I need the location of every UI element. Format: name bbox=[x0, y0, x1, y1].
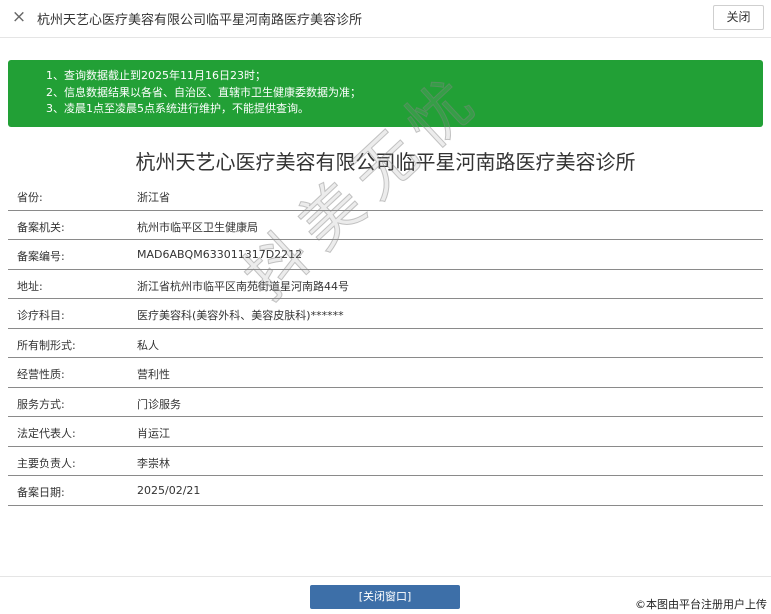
info-row-record-date: 备案日期: 2025/02/21 bbox=[8, 476, 763, 506]
row-value: 2025/02/21 bbox=[137, 484, 201, 497]
info-table: 省份: 浙江省 备案机关: 杭州市临平区卫生健康局 备案编号: MAD6ABQM… bbox=[8, 181, 763, 506]
info-row-business-nature: 经营性质: 营利性 bbox=[8, 358, 763, 388]
info-row-legal-rep: 法定代表人: 肖运江 bbox=[8, 417, 763, 447]
info-row-principal: 主要负责人: 李崇林 bbox=[8, 447, 763, 476]
row-label: 诊疗科目: bbox=[17, 309, 65, 322]
row-label: 所有制形式: bbox=[17, 338, 76, 352]
close-button[interactable]: 关闭 bbox=[713, 5, 764, 30]
row-value: 浙江省 bbox=[137, 191, 170, 204]
notice-line: 1、查询数据截止到2025年11月16日23时； bbox=[46, 69, 266, 82]
row-label: 地址: bbox=[17, 279, 43, 293]
row-label: 法定代表人: bbox=[17, 427, 76, 440]
row-label: 主要负责人: bbox=[17, 456, 76, 470]
close-window-button[interactable]: [关闭窗口] bbox=[310, 585, 460, 609]
row-value: 杭州市临平区卫生健康局 bbox=[137, 220, 258, 234]
row-value: 李崇林 bbox=[137, 456, 170, 470]
row-value: 私人 bbox=[137, 338, 159, 352]
info-row-address: 地址: 浙江省杭州市临平区南苑街道星河南路44号 bbox=[8, 270, 763, 299]
row-label: 服务方式: bbox=[17, 397, 65, 411]
row-label: 备案日期: bbox=[17, 486, 65, 499]
info-row-record-number: 备案编号: MAD6ABQM633011317D2212 bbox=[8, 240, 763, 270]
info-row-subjects: 诊疗科目: 医疗美容科(美容外科、美容皮肤科)****** bbox=[8, 299, 763, 329]
info-row-province: 省份: 浙江省 bbox=[8, 181, 763, 211]
notice-line: 2、信息数据结果以各省、自治区、直辖市卫生健康委数据为准； bbox=[46, 85, 361, 99]
row-value: 医疗美容科(美容外科、美容皮肤科)****** bbox=[137, 309, 344, 322]
row-label: 备案编号: bbox=[17, 250, 65, 263]
row-label: 省份: bbox=[17, 191, 43, 204]
notice-line: 3、凌晨1点至凌晨5点系统进行维护，不能提供查询。 bbox=[46, 102, 309, 115]
row-value: 肖运江 bbox=[137, 427, 170, 440]
upload-credit: ©本图由平台注册用户上传 bbox=[635, 598, 767, 611]
close-icon[interactable]: × bbox=[9, 6, 29, 28]
page-title: 杭州天艺心医疗美容有限公司临平星河南路医疗美容诊所 bbox=[135, 150, 636, 174]
info-row-authority: 备案机关: 杭州市临平区卫生健康局 bbox=[8, 211, 763, 240]
row-value: 营利性 bbox=[137, 368, 170, 381]
footer-divider bbox=[0, 576, 771, 577]
row-label: 经营性质: bbox=[17, 368, 65, 381]
window-title: 杭州天艺心医疗美容有限公司临平星河南路医疗美容诊所 bbox=[37, 13, 363, 28]
row-value: MAD6ABQM633011317D2212 bbox=[137, 248, 303, 261]
notice-banner: 1、查询数据截止到2025年11月16日23时； 2、信息数据结果以各省、自治区… bbox=[8, 60, 763, 127]
row-value: 门诊服务 bbox=[137, 397, 181, 411]
row-value: 浙江省杭州市临平区南苑街道星河南路44号 bbox=[137, 279, 349, 293]
info-row-ownership: 所有制形式: 私人 bbox=[8, 329, 763, 358]
title-bar: × 杭州天艺心医疗美容有限公司临平星河南路医疗美容诊所 关闭 bbox=[0, 0, 771, 38]
row-label: 备案机关: bbox=[17, 220, 65, 234]
info-row-service-mode: 服务方式: 门诊服务 bbox=[8, 388, 763, 417]
